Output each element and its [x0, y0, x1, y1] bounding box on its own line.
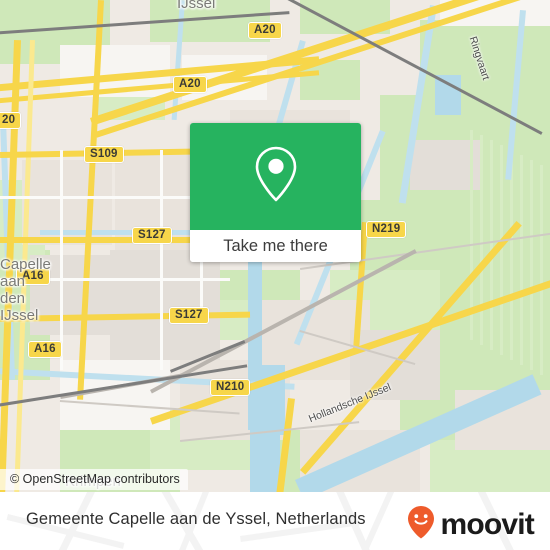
osm-attribution[interactable]: © OpenStreetMap contributors — [0, 469, 188, 490]
take-me-there-label: Take me there — [223, 236, 328, 255]
place-label: Capelle — [0, 256, 51, 273]
place-label: aan — [0, 273, 26, 290]
footer-bar: Gemeente Capelle aan de Yssel, Netherlan… — [0, 492, 550, 550]
place-label: IJssel — [177, 0, 216, 12]
moovit-wordmark: moovit — [440, 507, 534, 541]
map-pin-icon — [253, 145, 299, 208]
waterway-label: Hollandsche IJssel — [307, 381, 393, 426]
take-me-there-button[interactable]: Take me there — [190, 230, 361, 262]
take-me-there-card[interactable]: Take me there — [190, 123, 361, 262]
place-label: IJssel — [0, 307, 39, 324]
location-title: Gemeente Capelle aan de Yssel, Netherlan… — [26, 510, 366, 528]
map-share-card: A20 A20 20 S109 S127 A16 S127 A16 N210 N219 IJsse… — [0, 0, 550, 550]
card-marker-area — [190, 123, 361, 230]
moovit-logo[interactable]: moovit — [406, 505, 535, 544]
osm-attribution-text: © OpenStreetMap contributors — [10, 472, 180, 486]
place-label: den — [0, 290, 26, 307]
moovit-pin-smile-icon — [406, 505, 436, 544]
waterway-label: Ringvaart — [466, 35, 492, 82]
